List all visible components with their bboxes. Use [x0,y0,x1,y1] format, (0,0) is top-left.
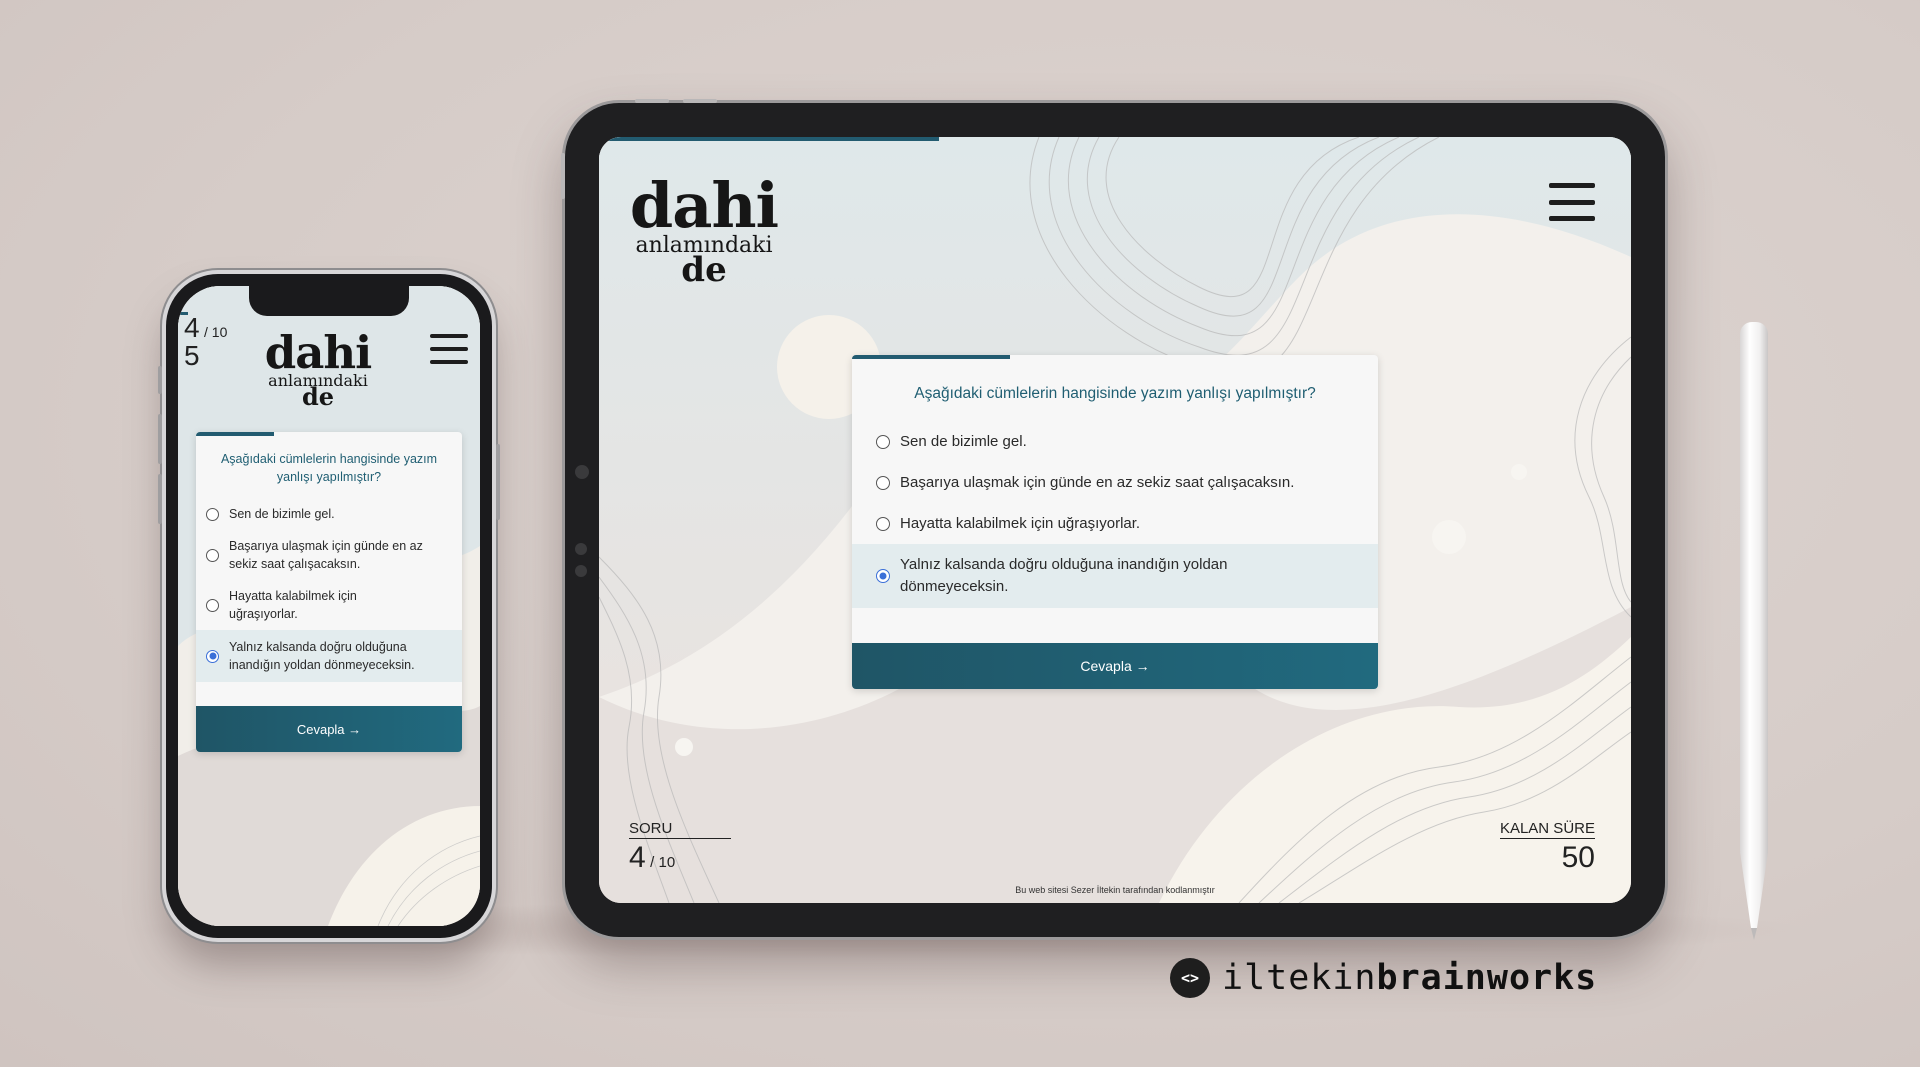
phone-screen: 4 / 10 5 dahi anlamındaki de Aşağıdaki c… [178,286,480,926]
card-progress-bar [196,432,274,436]
radio-icon[interactable] [876,516,890,531]
total-questions: / 10 [650,854,676,871]
time-label: KALAN SÜRE [1499,820,1595,839]
submit-answer-button[interactable]: Cevapla → [852,643,1378,689]
phone-counter: 4 / 10 5 [184,314,227,370]
code-brackets-icon: <> [1170,958,1210,998]
radio-selected-icon[interactable] [876,569,890,583]
phone-side-button [158,474,162,524]
tablet-sensor [575,543,587,555]
tablet-side-button [561,153,565,199]
time-remaining: 5 [184,340,200,371]
option-4[interactable]: Yalnız kalsanda doğru olduğuna inandığın… [196,630,462,683]
option-label: Sen de bizimle gel. [229,507,335,522]
question-text: Aşağıdaki cümlelerin hangisinde yazım ya… [220,452,438,485]
radio-icon[interactable] [876,475,890,490]
option-label: Hayatta kalabilmek için uğraşıyorlar. [900,515,1141,532]
phone-side-button [158,366,162,394]
option-3[interactable]: Hayatta kalabilmek için uğraşıyorlar. [852,503,1378,544]
logo-word-de: de [681,250,727,290]
option-4[interactable]: Yalnız kalsanda doğru olduğuna inandığın… [852,544,1378,608]
option-label: Başarıya ulaşmak için günde en az sekiz … [229,539,423,572]
question-text: Aşağıdaki cümlelerin hangisinde yazım ya… [914,385,1316,402]
option-label: Başarıya ulaşmak için günde en az sekiz … [900,474,1295,491]
option-label: Yalnız kalsanda doğru olduğuna inandığın… [900,555,1228,596]
tablet-sensor [575,565,587,577]
mockup-stage: dahi anlamındaki de Aşağıdaki cümlelerin… [0,0,1920,1067]
radio-icon[interactable] [206,507,219,521]
submit-answer-button[interactable]: Cevapla → [196,706,462,752]
brand-name-bold: brainworks [1376,958,1598,998]
app-logo: dahi anlamındaki de [629,169,779,290]
option-3[interactable]: Hayatta kalabilmek için uğraşıyorlar. [196,580,462,630]
quiz-card: Aşağıdaki cümlelerin hangisinde yazım ya… [196,432,462,752]
options-list: Sen de bizimle gel. Başarıya ulaşmak içi… [196,498,462,683]
menu-icon[interactable] [430,334,468,364]
time-remaining: 50 [1561,841,1595,874]
tablet-device: dahi anlamındaki de Aşağıdaki cümlelerin… [561,99,1665,937]
phone-power-button [496,444,500,520]
logo-word-dahi: dahi [264,326,372,379]
question-label: SORU [629,820,731,839]
radio-icon[interactable] [206,548,219,562]
phone-side-button [158,414,162,464]
radio-icon[interactable] [206,598,219,612]
current-question-number: 4 [184,312,200,343]
option-2[interactable]: Başarıya ulaşmak için günde en az sekiz … [196,530,462,580]
option-1[interactable]: Sen de bizimle gel. [852,421,1378,462]
option-1[interactable]: Sen de bizimle gel. [196,498,462,530]
brand-signature: <> iltekinbrainworks [1170,956,1597,1000]
brand-name-light: iltekin [1222,958,1377,998]
logo-word-dahi: dahi [629,169,779,242]
options-list: Sen de bizimle gel. Başarıya ulaşmak içi… [852,421,1378,608]
tablet-sensor [575,465,589,479]
tablet-top-button [635,99,669,103]
radio-selected-icon[interactable] [206,649,219,663]
menu-icon[interactable] [1549,183,1595,221]
option-label: Sen de bizimle gel. [900,433,1027,450]
quiz-progress-bar [599,137,939,141]
app-logo: dahi anlamındaki de [258,330,378,409]
quiz-card: Aşağıdaki cümlelerin hangisinde yazım ya… [852,355,1378,689]
footer-credit: Bu web sitesi Sezer İltekin tarafından k… [1015,885,1215,895]
phone-device: 4 / 10 5 dahi anlamındaki de Aşağıdaki c… [158,274,500,938]
tablet-top-button [683,99,717,103]
option-label: Hayatta kalabilmek için uğraşıyorlar. [229,589,357,622]
phone-notch [249,286,409,316]
current-question-number: 4 [629,841,646,874]
time-counter: KALAN SÜRE 50 [1499,820,1595,875]
brand-name: iltekinbrainworks [1222,958,1597,998]
option-2[interactable]: Başarıya ulaşmak için günde en az sekiz … [852,462,1378,503]
question-counter: SORU 4 / 10 [629,820,731,875]
total-questions: / 10 [204,324,228,340]
tablet-screen: dahi anlamındaki de Aşağıdaki cümlelerin… [599,137,1631,903]
option-label: Yalnız kalsanda doğru olduğuna inandığın… [229,640,415,673]
stylus-pencil [1740,322,1768,940]
card-progress-bar [852,355,1010,359]
radio-icon[interactable] [876,434,890,449]
